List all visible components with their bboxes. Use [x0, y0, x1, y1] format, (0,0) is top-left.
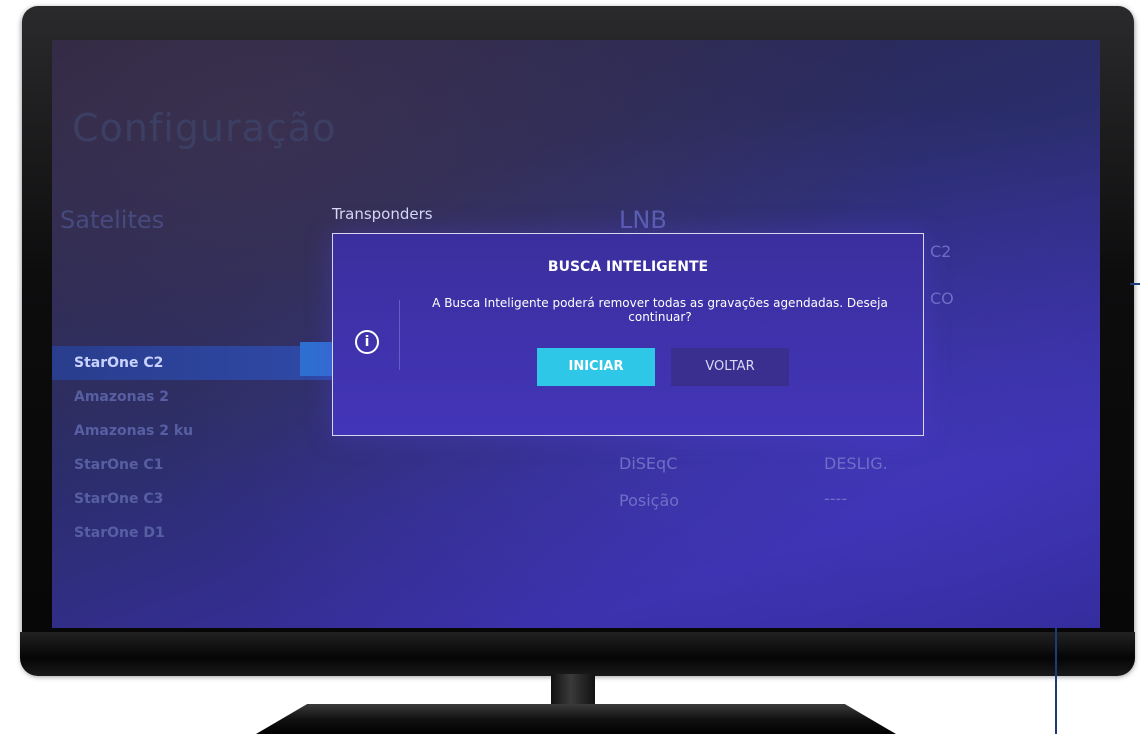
busca-inteligente-dialog: BUSCA INTELIGENTE i A Busca Inteligente …	[332, 233, 924, 436]
page-title: Configuração	[72, 106, 337, 150]
dialog-message: A Busca Inteligente poderá remover todas…	[432, 296, 888, 324]
info-icon: i	[355, 330, 379, 354]
satellite-list: StarOne C2 Amazonas 2 Amazonas 2 ku Star…	[52, 346, 352, 550]
satellite-item-label: StarOne C2	[74, 355, 164, 371]
satellite-item-starone-c1[interactable]: StarOne C1	[52, 448, 352, 482]
voltar-button[interactable]: VOLTAR	[671, 348, 789, 386]
lnb-value-c2: C2	[930, 242, 952, 261]
dialog-divider	[399, 300, 400, 370]
lnb-value-co: CO	[930, 289, 954, 308]
transponders-tab[interactable]: Transponders	[332, 205, 433, 223]
dialog-title: BUSCA INTELIGENTE	[547, 259, 709, 275]
tv-screen: Configuração Satelites Transponders LNB …	[52, 40, 1100, 628]
posicao-label: Posição	[619, 491, 680, 510]
satellite-item-starone-c3[interactable]: StarOne C3	[52, 482, 352, 516]
tv-stand-neck	[551, 674, 595, 704]
tv-bottom-rim	[20, 632, 1135, 676]
iniciar-button[interactable]: INICIAR	[537, 348, 655, 386]
posicao-value[interactable]: ----	[824, 489, 847, 508]
annotation-line	[1130, 283, 1140, 285]
satellite-item-label: StarOne C3	[74, 491, 164, 507]
lnb-header: LNB	[619, 206, 667, 234]
satellite-item-label: StarOne D1	[74, 525, 165, 541]
diseqc-value[interactable]: DESLIG.	[824, 454, 888, 473]
diseqc-label: DiSEqC	[619, 454, 678, 473]
annotation-line	[1055, 626, 1057, 734]
satellite-item-amazonas-2[interactable]: Amazonas 2	[52, 380, 352, 414]
satellite-item-label: Amazonas 2	[74, 389, 169, 405]
satellite-item-label: StarOne C1	[74, 457, 164, 473]
satellite-item-amazonas-2-ku[interactable]: Amazonas 2 ku	[52, 414, 352, 448]
satelites-header: Satelites	[60, 206, 165, 234]
satellite-item-starone-d1[interactable]: StarOne D1	[52, 516, 352, 550]
tv-stand-base	[256, 704, 896, 734]
satellite-item-label: Amazonas 2 ku	[74, 423, 194, 439]
